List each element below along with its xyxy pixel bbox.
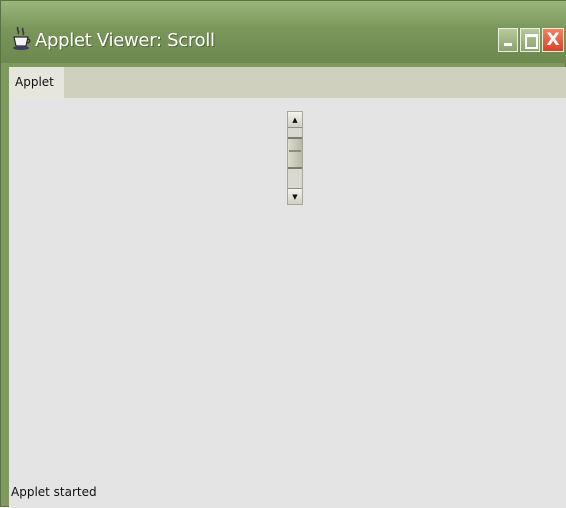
status-bar: Applet started [9, 479, 566, 508]
scroll-thumb[interactable] [288, 137, 302, 169]
applet-viewer-window: Applet Viewer: Scroll X Applet ▲ ▼ Apple… [0, 0, 566, 508]
maximize-button[interactable] [520, 28, 540, 52]
title-bar[interactable]: Applet Viewer: Scroll X [1, 1, 566, 63]
window-title: Applet Viewer: Scroll [35, 30, 215, 51]
scroll-down-button[interactable]: ▼ [288, 188, 302, 204]
menu-bar: Applet [9, 67, 566, 98]
java-cup-icon [13, 26, 31, 50]
status-text: Applet started [11, 485, 97, 499]
scroll-up-button[interactable]: ▲ [288, 112, 302, 128]
minimize-button[interactable] [498, 28, 518, 52]
close-button[interactable]: X [542, 28, 564, 52]
vertical-scrollbar[interactable]: ▲ ▼ [287, 111, 303, 205]
applet-area: ▲ ▼ [9, 98, 566, 508]
menu-applet[interactable]: Applet [9, 67, 64, 98]
